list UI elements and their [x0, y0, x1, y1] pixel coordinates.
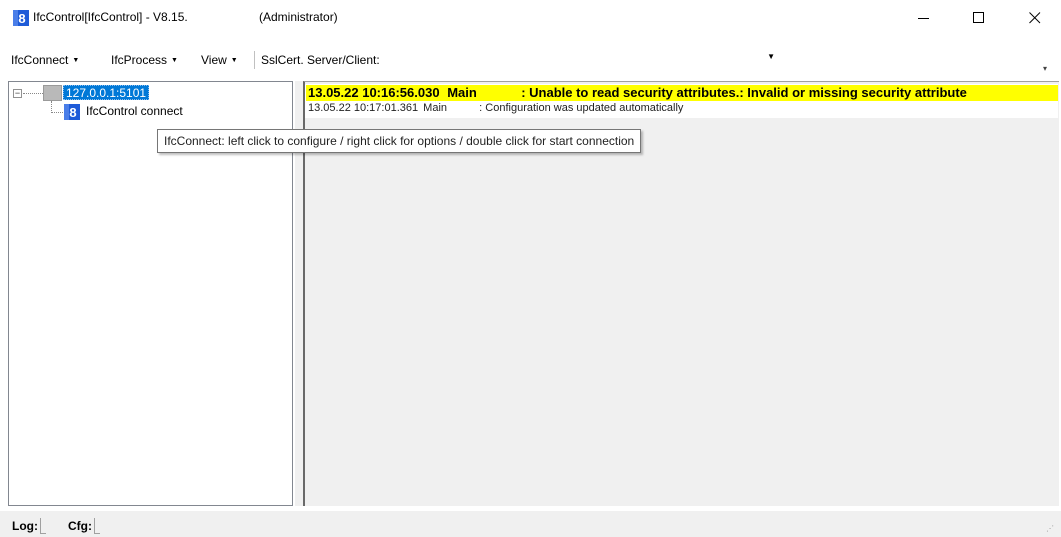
title-bar[interactable]: 8 IfcControl[IfcControl] - V8.15. (Admin… — [0, 0, 1061, 36]
ifcconnect-menu[interactable]: IfcConnect ▼ — [11, 53, 79, 67]
view-label: View — [201, 53, 227, 67]
sslcert-combo[interactable]: ▼ — [405, 50, 785, 70]
status-log[interactable]: Log: — [12, 518, 46, 534]
ifcprocess-menu[interactable]: IfcProcess ▼ — [111, 53, 178, 67]
toolbar-separator — [254, 51, 255, 69]
log-row-info[interactable]: 13.05.22 10:17:01.361 Main : Configuratio… — [306, 102, 683, 114]
close-button[interactable] — [1012, 0, 1058, 36]
minimize-icon — [918, 18, 929, 19]
log-source: Main — [447, 85, 477, 100]
view-menu[interactable]: View ▼ — [201, 53, 238, 67]
admin-label: (Administrator) — [259, 10, 338, 24]
ifc-8-icon: 8 — [64, 104, 80, 120]
ifcconnect-tooltip: IfcConnect: left click to configure / ri… — [157, 129, 642, 153]
log-message: : Configuration was updated automaticall… — [479, 102, 684, 114]
svg-text:8: 8 — [18, 11, 25, 26]
tree-node-ifccontrol-connect[interactable]: IfcControl connect — [86, 104, 183, 118]
ifcconnect-label: IfcConnect — [11, 53, 69, 67]
maximize-icon — [973, 12, 984, 23]
sslcert-label: SslCert. Server/Client: — [261, 53, 380, 67]
toolbar-overflow-icon[interactable]: ▾ — [1043, 64, 1053, 74]
caret-down-icon: ▼ — [171, 56, 178, 64]
caret-down-icon: ▼ — [72, 56, 80, 64]
log-message: : Unable to read security attributes.: I… — [521, 85, 967, 100]
status-cfg-label: Cfg: — [68, 519, 92, 533]
ifc-8-icon: 8 — [13, 10, 29, 26]
server-icon — [43, 85, 62, 101]
log-timestamp: 13.05.22 10:16:56.030 — [308, 85, 440, 100]
status-log-indicator — [40, 518, 46, 534]
caret-down-icon: ▼ — [230, 56, 238, 64]
ifcprocess-label: IfcProcess — [111, 53, 168, 67]
minimize-button[interactable] — [901, 0, 947, 36]
tree-line — [23, 93, 43, 94]
close-icon — [1029, 12, 1041, 24]
status-log-label: Log: — [12, 519, 38, 533]
resize-grip-icon[interactable]: ⋰ — [1046, 524, 1054, 533]
collapse-icon[interactable]: − — [13, 89, 22, 98]
status-bar: Log: Cfg: — [0, 511, 1061, 537]
log-timestamp: 13.05.22 10:17:01.361 — [308, 102, 419, 114]
status-cfg[interactable]: Cfg: — [68, 518, 100, 534]
maximize-button[interactable] — [956, 0, 1002, 36]
window-title: IfcControl[IfcControl] - V8.15. — [33, 10, 188, 24]
chevron-down-icon: ▼ — [767, 52, 775, 61]
status-cfg-indicator — [94, 518, 100, 534]
log-source: Main — [423, 102, 448, 114]
tree-node-server[interactable]: 127.0.0.1:5101 — [63, 85, 150, 100]
main-window: 8 IfcControl[IfcControl] - V8.15. (Admin… — [0, 0, 1061, 537]
log-row-warning[interactable]: 13.05.22 10:16:56.030 Main : Unable to re… — [306, 85, 1058, 101]
tree-line — [51, 112, 63, 113]
svg-text:8: 8 — [69, 105, 76, 120]
